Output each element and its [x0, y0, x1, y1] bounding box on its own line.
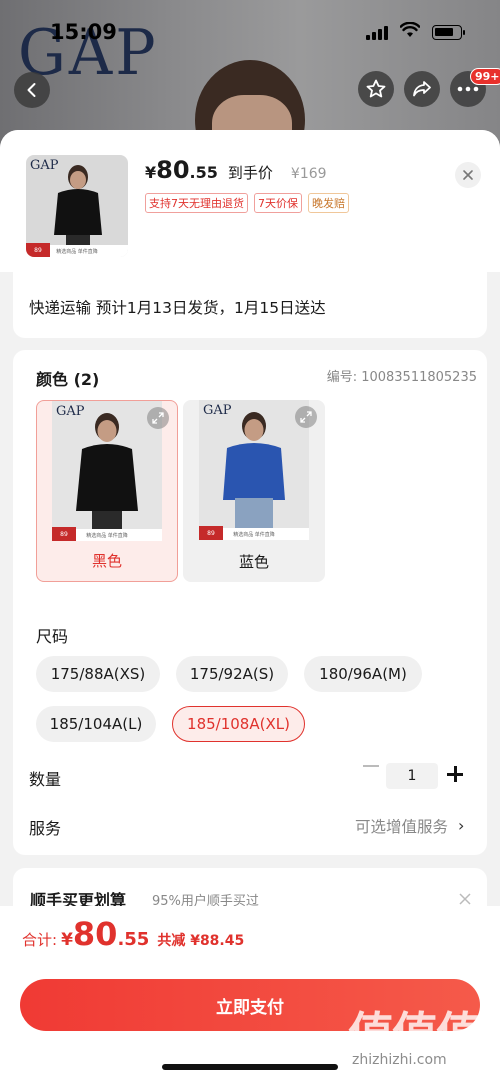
price-integer: 80 — [156, 156, 190, 184]
size-option-l[interactable]: 185/104A(L) — [36, 706, 156, 742]
favorite-button[interactable] — [358, 71, 394, 107]
total-line: 合计: ¥ 80 .55 共减 ¥88.45 — [22, 915, 244, 953]
color-section-title: 颜色 (2) — [36, 370, 100, 389]
model-blue-sweater — [223, 412, 285, 528]
expand-icon[interactable] — [147, 407, 169, 429]
status-bar: 15:09 — [0, 0, 500, 60]
sheet-header: GAP 精选商品 单件直降 89 ¥ 80 .55 到手价 ¥169 支持7天无… — [0, 130, 500, 272]
back-button[interactable] — [14, 72, 50, 108]
quantity-increase-button[interactable] — [447, 766, 463, 782]
sku-number: 编号: 10083511805235 — [326, 370, 477, 385]
color-label-black: 黑色 — [91, 551, 122, 570]
quantity-input[interactable]: 1 — [386, 763, 438, 789]
original-price: ¥169 — [290, 166, 327, 182]
chevron-right-icon[interactable]: › — [458, 816, 464, 835]
size-option-xl[interactable]: 185/108A(XL) — [172, 706, 305, 742]
model-black-sweater-image — [54, 165, 102, 245]
total-currency: ¥ — [61, 930, 73, 950]
service-value[interactable]: 可选增值服务 — [355, 815, 448, 837]
total-saved: 共减 ¥88.45 — [157, 933, 245, 949]
bundle-close-icon[interactable] — [458, 892, 472, 906]
chevron-left-icon — [27, 83, 36, 97]
expand-icon[interactable] — [295, 406, 317, 428]
signal-icon — [366, 26, 388, 40]
share-icon — [413, 81, 431, 97]
size-option-xs[interactable]: 175/88A(XS) — [36, 656, 160, 692]
color-blue-image: GAP 精选商品 单件直降 89 — [199, 400, 309, 540]
shipping-estimate: 快递运输 预计1月13日发货，1月15日送达 — [29, 299, 326, 317]
wifi-icon — [400, 22, 420, 37]
thumb-price-tag: 89 — [26, 243, 50, 257]
price-decimal: .55 — [189, 163, 218, 182]
total-integer: 80 — [72, 915, 118, 953]
price-line: ¥ 80 .55 到手价 ¥169 — [145, 156, 327, 184]
close-icon — [463, 170, 473, 180]
star-icon — [366, 79, 386, 98]
color-label-blue: 蓝色 — [238, 552, 269, 571]
watermark-url: zhizhizhi.com — [352, 1052, 447, 1068]
price-currency: ¥ — [145, 163, 157, 182]
color-black-image: GAP 精选商品 单件直降 89 — [52, 401, 162, 541]
tag-late-delivery-compensation: 晚发赔 — [308, 193, 349, 213]
share-button[interactable] — [404, 71, 440, 107]
status-time: 15:09 — [50, 20, 117, 44]
tag-price-protection: 7天价保 — [254, 193, 302, 213]
color-option-black[interactable]: GAP 精选商品 单件直降 89 黑色 — [36, 400, 178, 582]
quantity-decrease-button[interactable] — [363, 765, 379, 767]
price-label: 到手价 — [227, 164, 273, 182]
more-dots-icon — [457, 86, 479, 92]
size-section-title: 尺码 — [36, 627, 69, 646]
quantity-label: 数量 — [29, 770, 62, 789]
total-decimal: .55 — [117, 929, 150, 950]
home-indicator — [162, 1064, 338, 1070]
notification-badge: 99+ — [470, 68, 500, 85]
battery-icon — [432, 25, 465, 40]
color-option-blue[interactable]: GAP 精选商品 单件直降 89 蓝色 — [183, 400, 325, 582]
size-option-s[interactable]: 175/92A(S) — [176, 656, 288, 692]
product-thumbnail[interactable]: GAP 精选商品 单件直降 89 — [26, 155, 128, 257]
service-label: 服务 — [29, 819, 62, 838]
tag-return-policy: 支持7天无理由退货 — [145, 193, 248, 213]
size-option-m[interactable]: 180/96A(M) — [304, 656, 422, 692]
total-label: 合计: — [22, 931, 58, 949]
close-button[interactable] — [455, 162, 481, 188]
model-black-sweater — [76, 413, 138, 529]
service-tags: 支持7天无理由退货 7天价保 晚发赔 — [145, 193, 349, 213]
color-blue-price-tag: 89 — [199, 526, 223, 540]
